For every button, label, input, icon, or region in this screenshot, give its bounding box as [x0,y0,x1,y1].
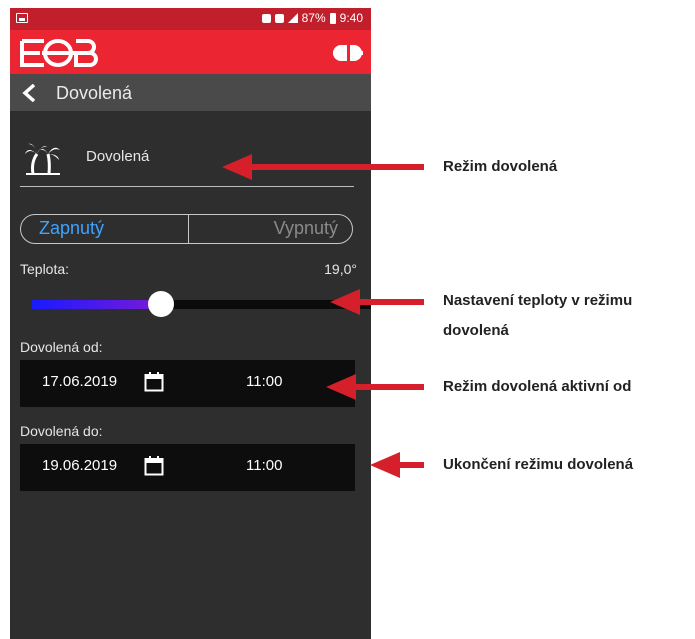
signal-icon [287,13,298,23]
vacation-from-label: Dovolená od: [20,339,103,355]
palm-tree-icon [25,143,60,175]
status-bar: 87% 9:40 [10,8,371,30]
mode-label: Dovolená [86,148,150,165]
active-from-arrow [326,374,424,400]
battery-percent: 87% [301,11,326,25]
gallery-notification-icon [16,13,28,23]
toggle-on-option[interactable]: Zapnutý [21,215,189,243]
nav-title: Dovolená [56,83,133,103]
temperature-annotation-line2: dovolená [443,322,509,339]
temperature-arrow [330,289,424,315]
phone-screen: 87% 9:40 Dovolená Dovolená Zapnutý Vypnu… [10,8,371,639]
temperature-annotation-line1: Nastavení teploty v režimu [443,292,633,309]
eob-logo [20,39,98,67]
temperature-value: 19,0° [324,261,357,277]
calendar-icon[interactable] [144,455,164,476]
vacation-toggle: Zapnutý Vypnutý [20,214,353,244]
end-annotation: Ukončení režimu dovolená [443,456,634,473]
vacation-to-time[interactable]: 11:00 [246,457,282,474]
back-chevron-icon[interactable] [22,84,36,102]
vacation-from-field[interactable]: 17.06.2019 11:00 [20,360,355,407]
separator [20,186,354,187]
toggle-off-option[interactable]: Vypnutý [189,215,352,243]
battery-icon [329,12,336,24]
nav-bar: Dovolená [10,74,371,111]
plug-icon[interactable] [333,42,363,64]
temperature-label: Teplota: [20,261,70,277]
lte-icon [274,13,284,23]
temperature-slider[interactable] [32,291,371,317]
vacation-to-date[interactable]: 19.06.2019 [42,457,117,474]
temperature-slider-thumb[interactable] [147,291,174,317]
clock: 9:40 [339,11,363,25]
vacation-from-date[interactable]: 17.06.2019 [42,373,117,390]
app-bar [10,30,371,74]
mode-arrow [222,154,424,180]
calendar-icon[interactable] [144,371,164,392]
vacation-to-field[interactable]: 19.06.2019 11:00 [20,444,355,491]
vacation-to-label: Dovolená do: [20,423,103,439]
vacation-from-time[interactable]: 11:00 [246,373,282,390]
end-arrow [370,452,424,478]
active-from-annotation: Režim dovolená aktivní od [443,378,632,395]
alarm-icon [261,13,271,23]
mode-annotation: Režim dovolená [443,158,558,175]
temperature-slider-fill [32,300,161,309]
